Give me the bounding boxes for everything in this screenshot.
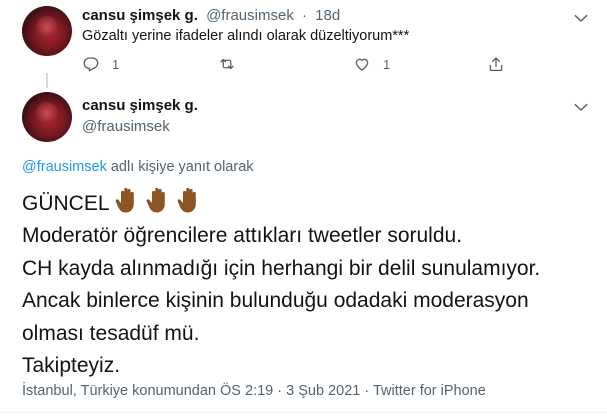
tweet-meta: İstanbul, Türkiye konumundan ÖS 2:19 · 3…	[22, 381, 486, 401]
tweet-line: Moderatör öğrencilere attıkları tweetler…	[22, 224, 463, 248]
timestamp[interactable]: 18d	[315, 7, 340, 24]
raised-hand-icon	[146, 187, 165, 213]
tweet-line: GÜNCEL	[22, 186, 540, 220]
meta-separator: ·	[364, 383, 370, 399]
tweet-line: olması tesadüf mü.	[22, 321, 200, 345]
tweet-line-text: GÜNCEL	[22, 192, 110, 215]
share-button[interactable]	[487, 52, 505, 76]
raised-hand-icon	[177, 187, 196, 213]
mention-link[interactable]: @frausimsek	[22, 159, 107, 175]
tweet-header: cansu şimşek g. @frausimsek · 18d	[82, 6, 340, 26]
avatar[interactable]	[22, 92, 72, 142]
reply-context: @frausimsek adlı kişiye yanıt olarak	[22, 157, 254, 177]
handle[interactable]: @frausimsek	[82, 117, 170, 137]
heart-icon	[355, 58, 369, 71]
post-date[interactable]: 3 Şub 2021	[286, 383, 360, 399]
reply-button[interactable]: 1	[82, 52, 119, 76]
tweet-line: Takipteyiz.	[22, 354, 121, 378]
reply-count: 1	[112, 56, 120, 72]
source-link[interactable]: Twitter for iPhone	[373, 383, 486, 399]
share-icon	[489, 57, 503, 72]
tweet-line: CH kayda alınmadığı için herhangi bir de…	[22, 256, 541, 280]
chevron-down-icon[interactable]	[571, 97, 591, 117]
reply-context-label: adlı kişiye yanıt olarak	[106, 159, 254, 175]
meta-separator: ·	[277, 383, 283, 399]
retweet-button[interactable]	[218, 52, 248, 76]
like-button[interactable]: 1	[353, 52, 390, 76]
emoji-group	[114, 186, 207, 214]
display-name[interactable]: cansu şimşek g.	[82, 96, 198, 116]
avatar[interactable]	[22, 6, 72, 56]
action-bar: 1 1	[82, 52, 512, 76]
separator: ·	[302, 7, 307, 24]
location: İstanbul, Türkiye konumundan	[22, 383, 216, 399]
display-name[interactable]: cansu şimşek g.	[82, 7, 198, 24]
divider	[0, 412, 607, 413]
thread-connector	[46, 73, 48, 88]
raised-hand-icon	[115, 187, 134, 213]
retweet-icon	[220, 58, 234, 70]
post-time[interactable]: ÖS 2:19	[220, 383, 273, 399]
like-count: 1	[383, 56, 391, 72]
tweet-line: Ancak binlerce kişinin bulunduğu odadaki…	[22, 289, 529, 313]
chevron-down-icon[interactable]	[571, 8, 591, 28]
reply-icon	[83, 57, 99, 72]
tweet-text: Gözaltı yerine ifadeler alındı olarak dü…	[82, 28, 410, 44]
handle[interactable]: @frausimsek	[206, 7, 294, 24]
tweet-body: GÜNCEL Moderatör öğrencilere attıkları t…	[22, 186, 540, 382]
